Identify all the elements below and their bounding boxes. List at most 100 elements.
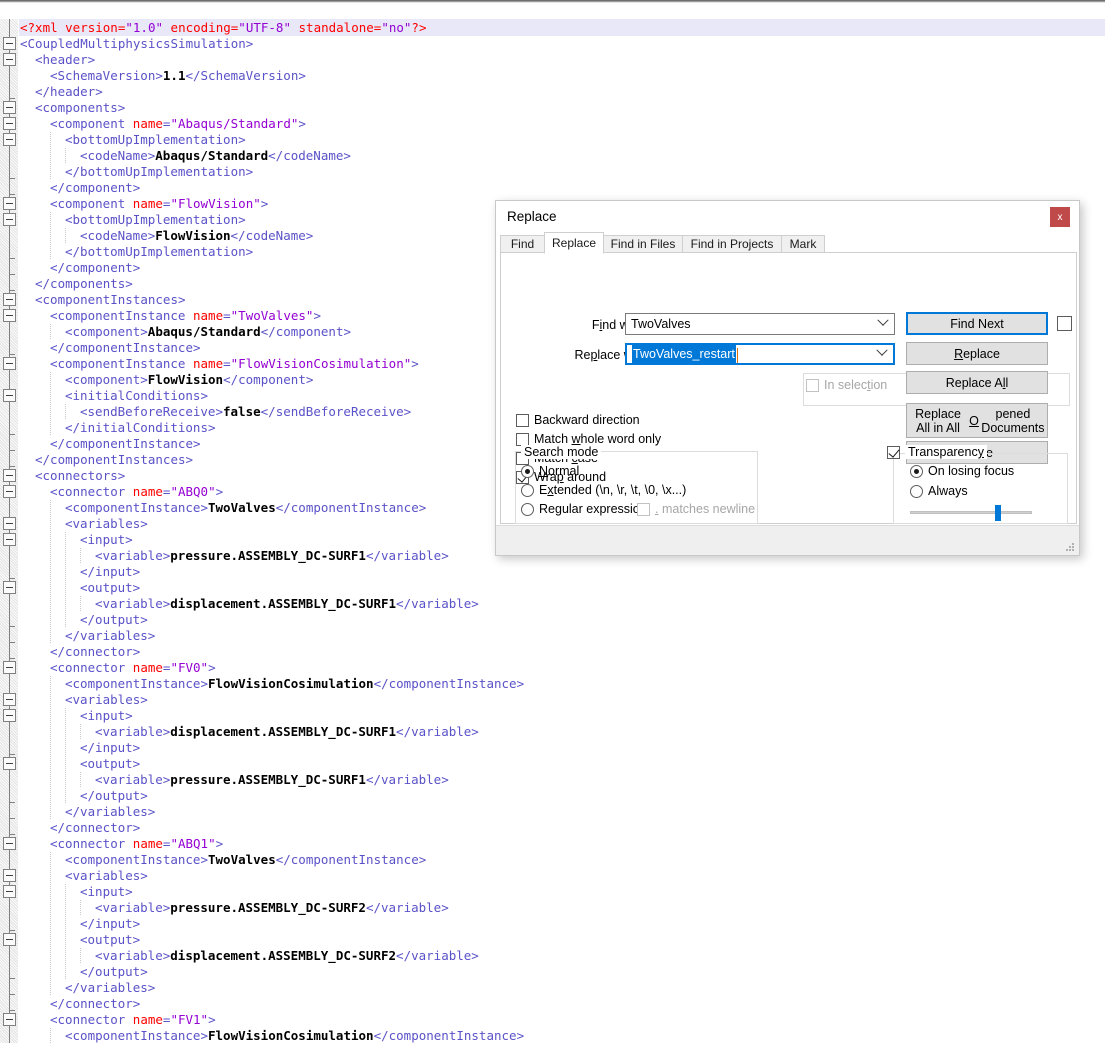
chevron-down-icon[interactable]: [876, 344, 888, 356]
fold-toggle-icon[interactable]: [3, 757, 16, 770]
code-line[interactable]: <sendBeforeReceive>false</sendBeforeRece…: [80, 404, 411, 420]
code-line[interactable]: <output>: [80, 756, 140, 772]
code-line[interactable]: <variables>: [65, 868, 148, 884]
code-line[interactable]: </components>: [35, 276, 133, 292]
code-line[interactable]: </bottomUpImplementation>: [65, 164, 253, 180]
code-line[interactable]: </output>: [80, 964, 148, 980]
replace-all-button[interactable]: Replace All: [906, 371, 1048, 394]
transparency-radio[interactable]: [910, 465, 923, 478]
code-line[interactable]: <header>: [35, 52, 95, 68]
fold-toggle-icon[interactable]: [3, 517, 16, 530]
code-line[interactable]: </input>: [80, 740, 140, 756]
transparency-checkbox[interactable]: [887, 446, 900, 459]
code-line[interactable]: <variable>displacement.ASSEMBLY_DC-SURF2…: [95, 948, 479, 964]
code-line[interactable]: <componentInstance>TwoValves</componentI…: [65, 500, 426, 516]
find-what-input[interactable]: TwoValves: [625, 313, 895, 335]
code-line[interactable]: </component>: [50, 260, 140, 276]
replace-dialog[interactable]: Replace x Find Replace Find in Files Find i…: [495, 200, 1080, 556]
code-line[interactable]: </bottomUpImplementation>: [65, 244, 253, 260]
code-line[interactable]: <componentInstances>: [35, 292, 186, 308]
code-line[interactable]: </variables>: [65, 980, 155, 996]
code-line[interactable]: <SchemaVersion>1.1</SchemaVersion>: [50, 68, 306, 84]
code-line[interactable]: <variables>: [65, 516, 148, 532]
code-line[interactable]: </componentInstance>: [50, 436, 201, 452]
code-line[interactable]: <variable>displacement.ASSEMBLY_DC-SURF1…: [95, 724, 479, 740]
find-next-button[interactable]: Find Next: [906, 312, 1048, 335]
dot-matches-newline-checkbox[interactable]: [637, 503, 650, 516]
search-mode-radio[interactable]: [521, 484, 534, 497]
code-line[interactable]: <variable>pressure.ASSEMBLY_DC-SURF2</va…: [95, 900, 449, 916]
tab-mark[interactable]: Mark: [781, 235, 825, 253]
close-icon[interactable]: x: [1050, 207, 1070, 227]
transparency-radio[interactable]: [910, 485, 923, 498]
code-line[interactable]: </connector>: [50, 644, 140, 660]
code-line[interactable]: <bottomUpImplementation>: [65, 212, 246, 228]
fold-toggle-icon[interactable]: [3, 885, 16, 898]
code-line[interactable]: <components>: [35, 100, 125, 116]
code-line[interactable]: </connector>: [50, 820, 140, 836]
replace-all-opened-documents-button[interactable]: Replace All in All Opened Documents: [906, 403, 1048, 438]
code-line[interactable]: <connector name="ABQ1">: [50, 836, 223, 852]
code-line[interactable]: <componentInstance name="TwoValves">: [50, 308, 321, 324]
code-line[interactable]: </componentInstances>: [35, 452, 193, 468]
fold-toggle-icon[interactable]: [3, 197, 16, 210]
code-line[interactable]: <codeName>Abaqus/Standard</codeName>: [80, 148, 351, 164]
fold-toggle-icon[interactable]: [3, 661, 16, 674]
transparency-slider-thumb[interactable]: [995, 505, 1001, 521]
fold-toggle-icon[interactable]: [3, 37, 16, 50]
fold-toggle-icon[interactable]: [3, 101, 16, 114]
code-line[interactable]: <input>: [80, 532, 133, 548]
search-mode-radio[interactable]: [521, 465, 534, 478]
fold-toggle-icon[interactable]: [3, 133, 16, 146]
code-line[interactable]: <connector name="ABQ0">: [50, 484, 223, 500]
search-mode-radio[interactable]: [521, 503, 534, 516]
fold-toggle-icon[interactable]: [3, 469, 16, 482]
code-line[interactable]: <componentInstance>TwoValves</componentI…: [65, 852, 426, 868]
fold-toggle-icon[interactable]: [3, 533, 16, 546]
code-line[interactable]: <variable>pressure.ASSEMBLY_DC-SURF1</va…: [95, 548, 449, 564]
transparency-slider-track[interactable]: [910, 511, 1032, 514]
code-line[interactable]: <componentInstance name="FlowVisionCosim…: [50, 356, 419, 372]
fold-toggle-icon[interactable]: [3, 869, 16, 882]
resize-grip[interactable]: [1066, 543, 1075, 552]
code-line[interactable]: <variable>displacement.ASSEMBLY_DC-SURF1…: [95, 596, 479, 612]
replace-button[interactable]: Replace: [906, 342, 1048, 365]
fold-toggle-icon[interactable]: [3, 309, 16, 322]
code-line[interactable]: <component>Abaqus/Standard</component>: [65, 324, 351, 340]
in-selection-checkbox[interactable]: [806, 379, 819, 392]
tab-find-in-files[interactable]: Find in Files: [603, 235, 683, 253]
tab-find[interactable]: Find: [500, 235, 545, 253]
code-line[interactable]: <output>: [80, 932, 140, 948]
code-line[interactable]: </variables>: [65, 628, 155, 644]
code-line[interactable]: <variable>pressure.ASSEMBLY_DC-SURF1</va…: [95, 772, 449, 788]
code-line[interactable]: </input>: [80, 916, 140, 932]
find-next-extra-checkbox[interactable]: [1057, 316, 1072, 331]
code-line[interactable]: <componentInstance>FlowVisionCosimulatio…: [65, 1028, 524, 1043]
code-line[interactable]: <connectors>: [35, 468, 125, 484]
fold-toggle-icon[interactable]: [3, 485, 16, 498]
code-line[interactable]: </component>: [50, 180, 140, 196]
code-line[interactable]: <component name="FlowVision">: [50, 196, 268, 212]
code-line[interactable]: </connector>: [50, 996, 140, 1012]
code-line[interactable]: <component name="Abaqus/Standard">: [50, 116, 306, 132]
fold-margin[interactable]: [0, 19, 19, 1043]
dialog-tabstrip[interactable]: Find Replace Find in Files Find in Projects…: [500, 232, 1077, 254]
option-checkbox[interactable]: [516, 414, 529, 427]
code-line[interactable]: <input>: [80, 884, 133, 900]
chevron-down-icon[interactable]: [877, 314, 889, 326]
code-line[interactable]: <input>: [80, 708, 133, 724]
code-line[interactable]: <connector name="FV1">: [50, 1012, 216, 1028]
code-line[interactable]: </output>: [80, 788, 148, 804]
code-line[interactable]: </output>: [80, 612, 148, 628]
fold-toggle-icon[interactable]: [3, 293, 16, 306]
fold-toggle-icon[interactable]: [3, 581, 16, 594]
code-line[interactable]: </variables>: [65, 804, 155, 820]
fold-toggle-icon[interactable]: [3, 357, 16, 370]
tab-find-in-projects[interactable]: Find in Projects: [682, 235, 782, 253]
code-line[interactable]: <codeName>FlowVision</codeName>: [80, 228, 313, 244]
fold-toggle-icon[interactable]: [3, 53, 16, 66]
code-line[interactable]: </componentInstance>: [50, 340, 201, 356]
code-line[interactable]: <component>FlowVision</component>: [65, 372, 313, 388]
code-line[interactable]: <initialConditions>: [65, 388, 208, 404]
code-line[interactable]: </initialConditions>: [65, 420, 216, 436]
